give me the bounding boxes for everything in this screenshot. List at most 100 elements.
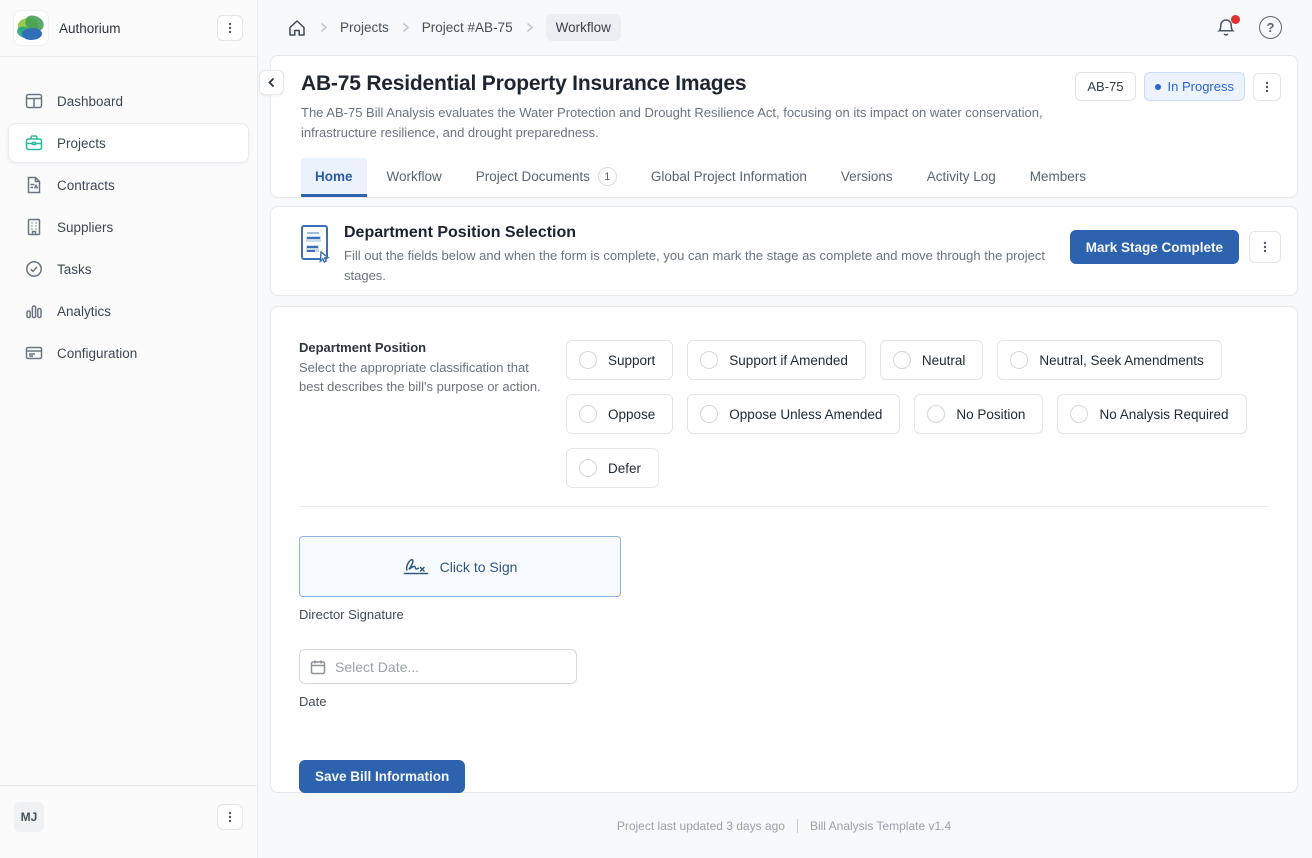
click-to-sign-button[interactable]: Click to Sign xyxy=(299,536,621,597)
list-card-icon xyxy=(25,344,43,362)
signature-icon xyxy=(403,558,429,575)
option-no-analysis-required[interactable]: No Analysis Required xyxy=(1057,394,1246,434)
form-document-icon xyxy=(299,224,331,264)
radio-icon xyxy=(1070,405,1088,423)
option-label: Defer xyxy=(608,461,641,476)
radio-icon xyxy=(893,351,911,369)
field-help-text: Select the appropriate classification th… xyxy=(299,359,554,397)
chevron-right-icon xyxy=(523,21,536,34)
sidebar-item-label: Projects xyxy=(57,136,106,151)
page-footer: Project last updated 3 days ago Bill Ana… xyxy=(270,793,1298,858)
stage-actions: Mark Stage Complete xyxy=(1070,224,1281,264)
tab-label: Workflow xyxy=(387,169,442,184)
chevron-right-icon xyxy=(317,21,330,34)
date-field-label: Date xyxy=(299,694,1269,709)
date-picker-input[interactable]: Select Date... xyxy=(299,649,577,684)
breadcrumb: Projects Project #AB-75 Workflow xyxy=(287,14,621,41)
status-badge: In Progress xyxy=(1144,72,1245,101)
status-label: In Progress xyxy=(1168,79,1234,94)
save-bill-information-button[interactable]: Save Bill Information xyxy=(299,760,465,793)
stage-title: Department Position Selection xyxy=(344,224,1057,242)
tab-home[interactable]: Home xyxy=(301,158,367,197)
home-icon[interactable] xyxy=(287,18,307,38)
last-updated-text: Project last updated 3 days ago xyxy=(617,819,785,833)
kebab-icon xyxy=(1260,80,1274,94)
option-neutral[interactable]: Neutral xyxy=(880,340,984,380)
sidebar-nav: Dashboard Projects Contracts Suppliers T… xyxy=(0,57,257,785)
user-menu-button[interactable] xyxy=(217,804,243,830)
sidebar-item-label: Configuration xyxy=(57,346,137,361)
sidebar-item-label: Tasks xyxy=(57,262,92,277)
breadcrumb-project-id[interactable]: Project #AB-75 xyxy=(422,20,513,35)
tab-label: Versions xyxy=(841,169,893,184)
tab-members[interactable]: Members xyxy=(1016,158,1100,197)
collapse-back-button[interactable] xyxy=(259,70,284,95)
position-options: Support Support if Amended Neutral Neutr… xyxy=(566,340,1269,488)
sidebar-item-configuration[interactable]: Configuration xyxy=(8,333,249,373)
sidebar-item-tasks[interactable]: Tasks xyxy=(8,249,249,289)
sidebar-menu-button[interactable] xyxy=(217,15,243,41)
sidebar-item-suppliers[interactable]: Suppliers xyxy=(8,207,249,247)
option-no-position[interactable]: No Position xyxy=(914,394,1043,434)
mark-stage-complete-button[interactable]: Mark Stage Complete xyxy=(1070,230,1239,264)
check-circle-icon xyxy=(25,260,43,278)
tab-label: Activity Log xyxy=(927,169,996,184)
status-dot-icon xyxy=(1155,84,1161,90)
topbar: Projects Project #AB-75 Workflow ? xyxy=(258,0,1312,55)
radio-icon xyxy=(579,351,597,369)
breadcrumb-projects[interactable]: Projects xyxy=(340,20,389,35)
option-label: Support if Amended xyxy=(729,353,848,368)
option-neutral-seek-amendments[interactable]: Neutral, Seek Amendments xyxy=(997,340,1221,380)
brand-name: Authorium xyxy=(59,21,121,36)
building-icon xyxy=(25,218,43,236)
sidebar-footer: MJ xyxy=(0,785,257,858)
footer-divider xyxy=(797,819,798,833)
tab-label: Home xyxy=(315,169,353,184)
tab-activity-log[interactable]: Activity Log xyxy=(913,158,1010,197)
breadcrumb-workflow[interactable]: Workflow xyxy=(546,14,621,41)
radio-icon xyxy=(579,405,597,423)
option-label: Neutral, Seek Amendments xyxy=(1039,353,1203,368)
tab-versions[interactable]: Versions xyxy=(827,158,907,197)
stage-text: Department Position Selection Fill out t… xyxy=(344,224,1057,286)
sidebar-item-projects[interactable]: Projects xyxy=(8,123,249,163)
tab-workflow[interactable]: Workflow xyxy=(373,158,456,197)
notifications-button[interactable] xyxy=(1215,17,1237,39)
user-avatar[interactable]: MJ xyxy=(14,802,44,832)
option-label: No Analysis Required xyxy=(1099,407,1228,422)
option-support[interactable]: Support xyxy=(566,340,673,380)
chevron-left-icon xyxy=(266,77,277,88)
option-label: Oppose xyxy=(608,407,655,422)
date-placeholder: Select Date... xyxy=(335,659,419,675)
project-header-card: AB-75 Residential Property Insurance Ima… xyxy=(270,55,1298,198)
project-code-badge: AB-75 xyxy=(1075,72,1135,101)
option-label: No Position xyxy=(956,407,1025,422)
sidebar: Authorium Dashboard Projects Contracts S… xyxy=(0,0,258,858)
option-support-if-amended[interactable]: Support if Amended xyxy=(687,340,866,380)
kebab-icon xyxy=(1258,240,1272,254)
question-mark-icon: ? xyxy=(1259,16,1282,39)
kebab-icon xyxy=(223,21,237,35)
project-options-button[interactable] xyxy=(1253,73,1281,101)
help-button[interactable]: ? xyxy=(1259,16,1282,39)
sidebar-item-label: Dashboard xyxy=(57,94,123,109)
stage-options-button[interactable] xyxy=(1249,231,1281,263)
header-actions: AB-75 In Progress xyxy=(1075,72,1281,101)
signature-field-label: Director Signature xyxy=(299,607,1269,622)
sidebar-item-analytics[interactable]: Analytics xyxy=(8,291,249,331)
option-defer[interactable]: Defer xyxy=(566,448,659,488)
click-to-sign-label: Click to Sign xyxy=(440,559,518,575)
briefcase-icon xyxy=(25,134,43,152)
stage-description: Fill out the fields below and when the f… xyxy=(344,246,1057,286)
tab-label: Members xyxy=(1030,169,1086,184)
tab-project-documents[interactable]: Project Documents 1 xyxy=(462,158,631,197)
tab-label: Global Project Information xyxy=(651,169,807,184)
option-oppose-unless-amended[interactable]: Oppose Unless Amended xyxy=(687,394,900,434)
tab-global-project-information[interactable]: Global Project Information xyxy=(637,158,821,197)
option-oppose[interactable]: Oppose xyxy=(566,394,673,434)
topbar-actions: ? xyxy=(1215,16,1282,39)
sidebar-item-dashboard[interactable]: Dashboard xyxy=(8,81,249,121)
calendar-icon xyxy=(310,659,326,675)
sidebar-item-contracts[interactable]: Contracts xyxy=(8,165,249,205)
sidebar-item-label: Suppliers xyxy=(57,220,113,235)
